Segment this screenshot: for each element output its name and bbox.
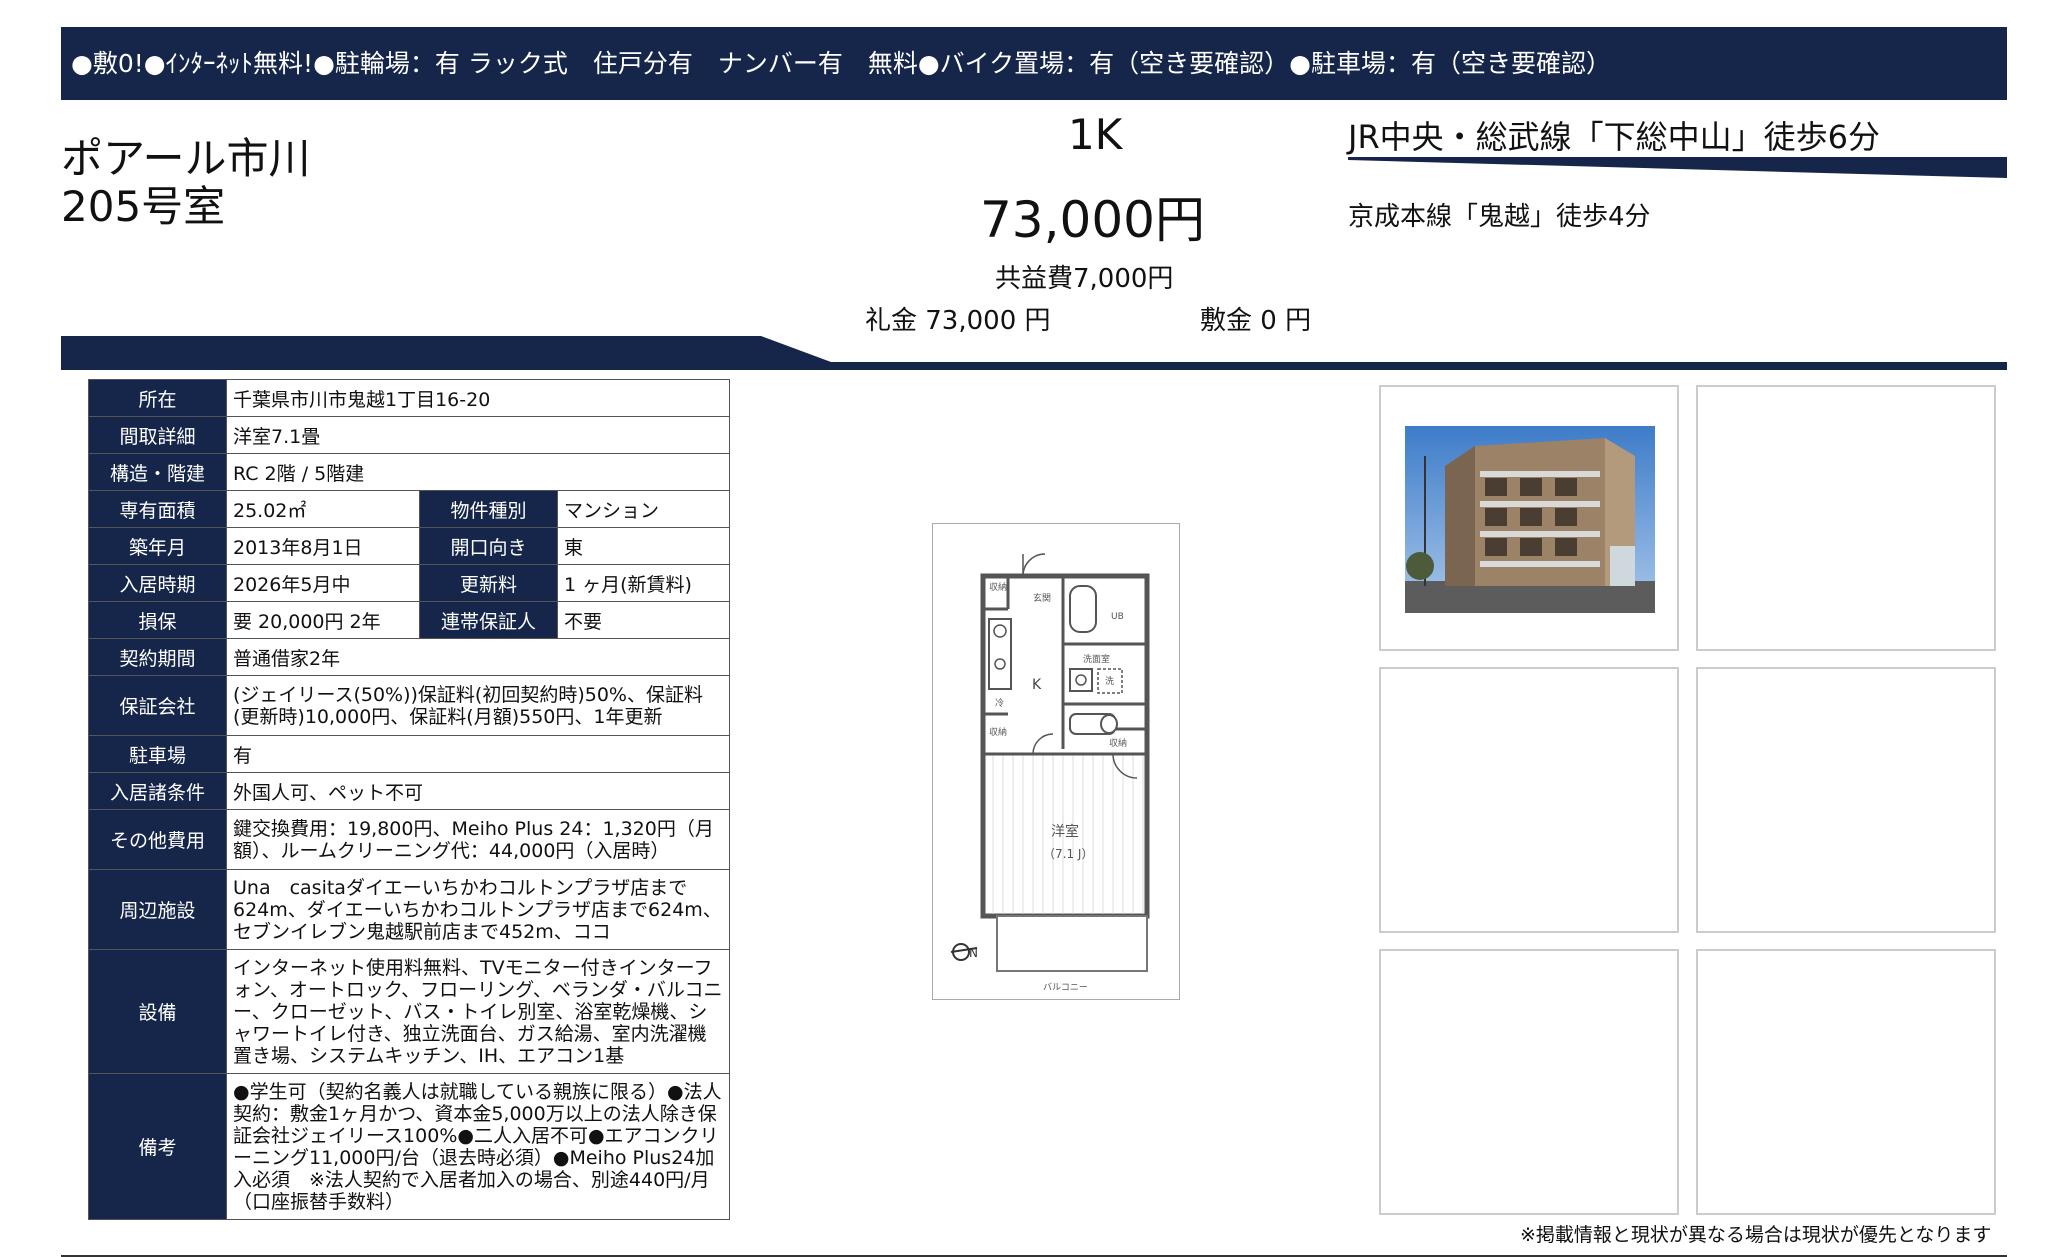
security-deposit: 敷金 0 円	[1200, 306, 1312, 336]
spec-label: 築年月	[88, 527, 227, 565]
spec-row: 入居諸条件 外国人可、ペット不可	[88, 772, 730, 810]
fp-label-entrance: 玄関	[1033, 592, 1051, 604]
floor-plan: 収納 玄関 UB 洗面室 冷 洗 収納 収納 バルコニー K 洋室 （7.1 J…	[932, 523, 1180, 1000]
fp-label-room-size: （7.1 J）	[1043, 847, 1093, 861]
property-name: ポアール市川	[61, 134, 311, 183]
spec-label: 契約期間	[88, 638, 227, 676]
spec-label: 入居時期	[88, 564, 227, 602]
spec-row: 駐車場 有	[88, 735, 730, 773]
floor-plan-drawing: 収納 玄関 UB 洗面室 冷 洗 収納 収納 バルコニー K 洋室 （7.1 J…	[933, 524, 1179, 999]
spec-label: 構造・階建	[88, 453, 227, 491]
spec-row: その他費用 鍵交換費用：19,800円、Meiho Plus 24：1,320円…	[88, 809, 730, 870]
spec-value: (ジェイリース(50%))保証料(初回契約時)50%、保証料(更新時)10,00…	[226, 675, 730, 736]
property-title: ポアール市川 205号室	[61, 135, 310, 231]
photo-slot-4	[1696, 667, 1996, 933]
spec-value: 普通借家2年	[226, 638, 730, 676]
spec-value: 東	[557, 527, 730, 565]
spec-row: 周辺施設 Una casitaダイエーいちかわコルトンプラザ店まで624m、ダイ…	[88, 869, 730, 950]
spec-value: 洋室7.1畳	[226, 416, 730, 454]
fp-label-washer: 洗	[1105, 675, 1114, 687]
station-underline	[1348, 157, 2007, 178]
spec-value: 25.02㎡	[226, 490, 420, 528]
fp-label-fridge: 冷	[995, 697, 1004, 709]
rent-price: 73,000円	[980, 191, 1205, 249]
spec-label: 入居諸条件	[88, 772, 227, 810]
fp-label-kitchen: K	[1032, 677, 1042, 693]
spec-row: 契約期間 普通借家2年	[88, 638, 730, 676]
fp-label-room: 洋室	[1051, 823, 1079, 840]
key-money: 礼金 73,000 円	[865, 306, 1051, 336]
spec-label: 保証会社	[88, 675, 227, 736]
spec-value: 千葉県市川市鬼越1丁目16-20	[226, 379, 730, 417]
spec-value: 1 ヶ月(新賃料)	[557, 564, 730, 602]
spec-label: 所在	[88, 379, 227, 417]
photo-slot-2	[1696, 385, 1996, 651]
station-secondary: 京成本線「鬼越」徒歩4分	[1348, 202, 1651, 232]
building-photo	[1405, 426, 1655, 613]
features-banner: ●敷0!●ｲﾝﾀｰﾈｯﾄ無料!●駐輪場：有 ラック式 住戸分有 ナンバー有 無料…	[61, 27, 2007, 100]
spec-row: 築年月 2013年8月1日 開口向き 東	[88, 527, 730, 565]
spec-row: 構造・階建 RC 2階 / 5階建	[88, 453, 730, 491]
spec-label: 損保	[88, 601, 227, 639]
spec-label: 更新料	[419, 564, 558, 602]
spec-label: 開口向き	[419, 527, 558, 565]
spec-value: ●学生可（契約名義人は就職している親族に限る）●法人契約：敷金1ヶ月かつ、資本金…	[226, 1073, 730, 1220]
spec-value: 外国人可、ペット不可	[226, 772, 730, 810]
spec-value: RC 2階 / 5階建	[226, 453, 730, 491]
photo-slot-3	[1379, 667, 1679, 933]
spec-label: 連帯保証人	[419, 601, 558, 639]
photo-slot-6	[1696, 949, 1996, 1215]
spec-row: 備考 ●学生可（契約名義人は就職している親族に限る）●法人契約：敷金1ヶ月かつ、…	[88, 1073, 730, 1220]
fp-label-washroom: 洗面室	[1083, 653, 1110, 665]
spec-label: 駐車場	[88, 735, 227, 773]
spec-row: 損保 要 20,000円 2年 連帯保証人 不要	[88, 601, 730, 639]
spec-row: 専有面積 25.02㎡ 物件種別 マンション	[88, 490, 730, 528]
spec-value: 鍵交換費用：19,800円、Meiho Plus 24：1,320円（月額）、ル…	[226, 809, 730, 870]
layout-type: 1K	[1068, 110, 1123, 159]
fp-label-storage-2: 収納	[989, 726, 1007, 738]
header-divider	[61, 336, 2007, 370]
fp-label-balcony: バルコニー	[1043, 982, 1088, 993]
spec-value: 2013年8月1日	[226, 527, 420, 565]
spec-label: 設備	[88, 949, 227, 1074]
spec-row: 設備 インターネット使用料無料、TVモニター付きインターフォン、オートロック、フ…	[88, 949, 730, 1074]
svg-text:N: N	[969, 946, 978, 960]
spec-value: マンション	[557, 490, 730, 528]
fp-label-storage-3: 収納	[1109, 737, 1127, 749]
photo-slot-5	[1379, 949, 1679, 1215]
spec-label: 周辺施設	[88, 869, 227, 950]
spec-label: 備考	[88, 1073, 227, 1220]
spec-value: 有	[226, 735, 730, 773]
spec-value: Una casitaダイエーいちかわコルトンプラザ店まで624m、ダイエーいちか…	[226, 869, 730, 950]
photo-slot-1	[1379, 385, 1679, 651]
spec-label: その他費用	[88, 809, 227, 870]
spec-table: 所在 千葉県市川市鬼越1丁目16-20 間取詳細 洋室7.1畳 構造・階建 RC…	[88, 379, 730, 1220]
spec-row: 保証会社 (ジェイリース(50%))保証料(初回契約時)50%、保証料(更新時)…	[88, 675, 730, 736]
disclaimer-note: ※掲載情報と現状が異なる場合は現状が優先となります	[1520, 1224, 1992, 1246]
spec-row: 間取詳細 洋室7.1畳	[88, 416, 730, 454]
common-fee: 共益費7,000円	[995, 264, 1174, 294]
room-number: 205号室	[61, 182, 226, 231]
spec-value: 不要	[557, 601, 730, 639]
spec-row: 入居時期 2026年5月中 更新料 1 ヶ月(新賃料)	[88, 564, 730, 602]
spec-label: 専有面積	[88, 490, 227, 528]
fp-label-bath: UB	[1111, 612, 1124, 622]
spec-value: 要 20,000円 2年	[226, 601, 420, 639]
spec-label: 物件種別	[419, 490, 558, 528]
spec-label: 間取詳細	[88, 416, 227, 454]
spec-value: インターネット使用料無料、TVモニター付きインターフォン、オートロック、フローリ…	[226, 949, 730, 1074]
spec-row: 所在 千葉県市川市鬼越1丁目16-20	[88, 379, 730, 417]
fp-label-storage: 収納	[989, 581, 1007, 593]
spec-value: 2026年5月中	[226, 564, 420, 602]
